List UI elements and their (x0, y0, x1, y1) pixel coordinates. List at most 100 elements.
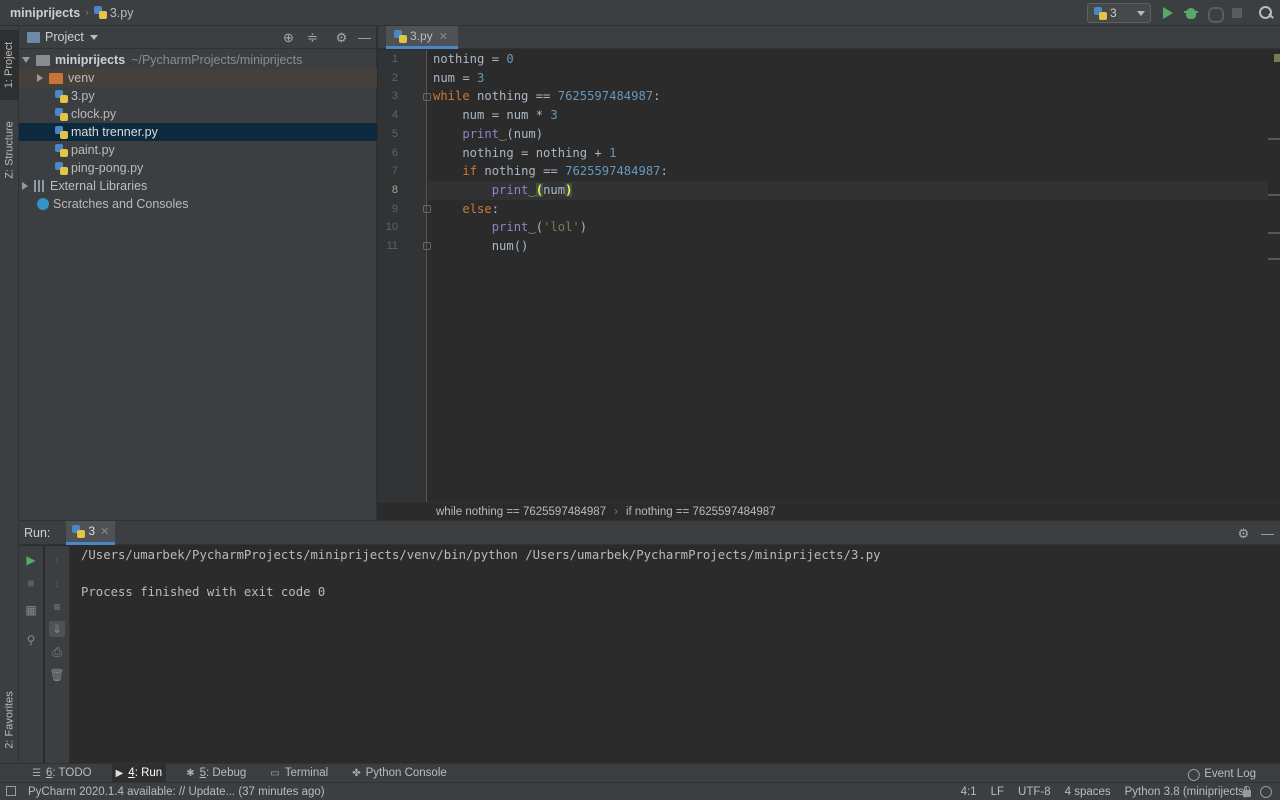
tab-favorites[interactable]: 2: Favorites (0, 680, 19, 760)
print-icon[interactable]: ⎙ (49, 644, 65, 660)
nav-file[interactable]: 3.py (110, 6, 134, 20)
tab-terminal[interactable]: ▭ Terminal (266, 764, 332, 783)
tree-item-math-trenner[interactable]: math trenner.py (19, 123, 377, 141)
run-icon[interactable] (1160, 5, 1176, 21)
caret-position[interactable]: 4:1 (961, 786, 977, 798)
pin-icon[interactable]: ⚲ (23, 632, 39, 648)
tab-todo[interactable]: ☰ 6: TODO (28, 764, 96, 783)
stripe-mark[interactable] (1268, 232, 1280, 234)
chevron-down-icon[interactable] (22, 57, 30, 63)
inspection-profile-icon[interactable] (1260, 786, 1272, 798)
coverage-icon[interactable] (1206, 5, 1224, 23)
chevron-right-icon[interactable] (37, 74, 43, 82)
line-number: 10 (385, 221, 398, 234)
tool-windows-icon[interactable] (6, 786, 16, 796)
chevron-down-icon[interactable] (89, 34, 98, 40)
tree-item-venv[interactable]: venv (19, 69, 377, 87)
stop-icon[interactable] (1229, 5, 1245, 21)
scroll-to-end-icon[interactable]: ⇓ (49, 621, 65, 637)
chevron-right-icon[interactable] (22, 182, 28, 190)
breadcrumb-item[interactable]: while nothing == 7625597484987 (436, 506, 606, 518)
tree-item-label: venv (68, 71, 95, 85)
project-view-selector[interactable]: Project (45, 30, 84, 44)
stop-icon[interactable]: ■ (23, 575, 39, 591)
line-separator[interactable]: LF (991, 786, 1004, 798)
close-icon[interactable]: ✕ (439, 30, 448, 43)
tree-item-external-libraries[interactable]: External Libraries (19, 177, 377, 195)
tree-item-3py[interactable]: 3.py (19, 87, 377, 105)
tree-item-label: math trenner.py (71, 125, 158, 139)
search-icon[interactable] (1258, 5, 1274, 21)
python-file-icon (55, 107, 68, 121)
hide-icon[interactable]: — (1260, 526, 1275, 541)
tab-run[interactable]: ▶ 4: Run (111, 763, 167, 783)
stripe-mark[interactable] (1268, 138, 1280, 140)
run-actions-toolbar: ▶ ■ ▦ ⚲ (19, 546, 43, 764)
library-icon (34, 180, 46, 192)
tree-item-root[interactable]: miniprijects ~/PycharmProjects/miniprije… (19, 51, 377, 69)
python-interpreter[interactable]: Python 3.8 (miniprijects) (1125, 786, 1248, 798)
python-file-icon (394, 29, 407, 43)
run-panel-header: Run: 3 ✕ ⚙ — (19, 520, 1280, 545)
arrow-down-icon[interactable]: ↓ (49, 575, 65, 591)
gear-icon[interactable]: ⚙ (1236, 526, 1251, 541)
code-line: num = num * 3 (433, 108, 558, 123)
status-message[interactable]: PyCharm 2020.1.4 available: // Update...… (28, 786, 325, 798)
scratches-icon (37, 198, 49, 210)
tree-item-paint[interactable]: paint.py (19, 141, 377, 159)
python-file-icon (55, 125, 68, 139)
tab-structure[interactable]: Z: Structure (0, 110, 19, 190)
error-stripe[interactable] (1268, 50, 1280, 502)
tree-item-label: clock.py (71, 107, 117, 121)
layout-icon[interactable]: ▦ (23, 602, 39, 618)
line-number: 11 (386, 240, 398, 252)
line-number: 3 (391, 90, 398, 103)
tree-item-scratches[interactable]: Scratches and Consoles (19, 195, 377, 213)
lock-icon[interactable] (1242, 786, 1252, 797)
run-panel-title: Run: (24, 525, 51, 540)
stripe-mark[interactable] (1268, 194, 1280, 196)
close-icon[interactable]: ✕ (100, 525, 109, 538)
python-file-icon (72, 524, 86, 538)
code-line: num = 3 (433, 70, 485, 85)
tree-item-clock[interactable]: clock.py (19, 105, 377, 123)
console-line: /Users/umarbek/PycharmProjects/miniprije… (81, 548, 881, 562)
python-file-icon (55, 161, 68, 175)
inspection-indicator[interactable] (1274, 54, 1280, 62)
soft-wrap-icon[interactable]: ≡ (49, 599, 65, 615)
code-line: print‿('lol') (491, 220, 588, 235)
breadcrumb-item[interactable]: if nothing == 7625597484987 (626, 506, 776, 518)
editor-breadcrumb: while nothing == 7625597484987 › if noth… (378, 502, 1280, 520)
line-number: 5 (391, 127, 398, 140)
run-tab[interactable]: 3 ✕ (66, 520, 116, 545)
run-configuration-select[interactable]: 3 (1087, 3, 1151, 23)
indent-setting[interactable]: 4 spaces (1065, 786, 1111, 798)
tab-project[interactable]: 1: Project (0, 30, 19, 100)
tree-root-name: miniprijects (55, 53, 126, 67)
hide-icon[interactable]: — (357, 30, 372, 45)
code-line: print‿(num) (491, 182, 573, 197)
arrow-up-icon[interactable]: ↑ (49, 552, 65, 568)
python-file-icon (93, 6, 107, 19)
rerun-icon[interactable]: ▶ (23, 552, 39, 568)
debug-icon[interactable] (1183, 5, 1199, 21)
tab-debug[interactable]: ✱ 5: Debug (182, 764, 250, 783)
gear-icon[interactable]: ⚙ (334, 30, 349, 45)
code-line: else: (462, 201, 500, 216)
tree-item-ping-pong[interactable]: ping-pong.py (19, 159, 377, 177)
trash-icon[interactable]: 🗑 (49, 667, 65, 683)
nav-project[interactable]: miniprijects (10, 6, 80, 20)
collapse-all-icon[interactable]: ≑ (305, 30, 320, 45)
event-log-button[interactable]: ◯ Event Log (1187, 764, 1256, 783)
locate-icon[interactable]: ⊕ (281, 30, 296, 45)
code-line: while nothing == 7625597484987: (433, 89, 661, 104)
project-panel-header: Project ⊕ ≑ ⚙ — (19, 26, 376, 49)
tree-item-label: 3.py (71, 89, 95, 103)
file-encoding[interactable]: UTF-8 (1018, 786, 1051, 798)
code-area[interactable]: nothing = 0 num = 3 while nothing == 762… (428, 50, 1268, 502)
stripe-mark[interactable] (1268, 258, 1280, 260)
tab-python-console[interactable]: ✤ Python Console (348, 764, 451, 783)
editor-tab-3py[interactable]: 3.py ✕ (386, 26, 458, 49)
console-output[interactable]: /Users/umarbek/PycharmProjects/miniprije… (81, 546, 1271, 756)
line-number: 4 (391, 109, 398, 122)
